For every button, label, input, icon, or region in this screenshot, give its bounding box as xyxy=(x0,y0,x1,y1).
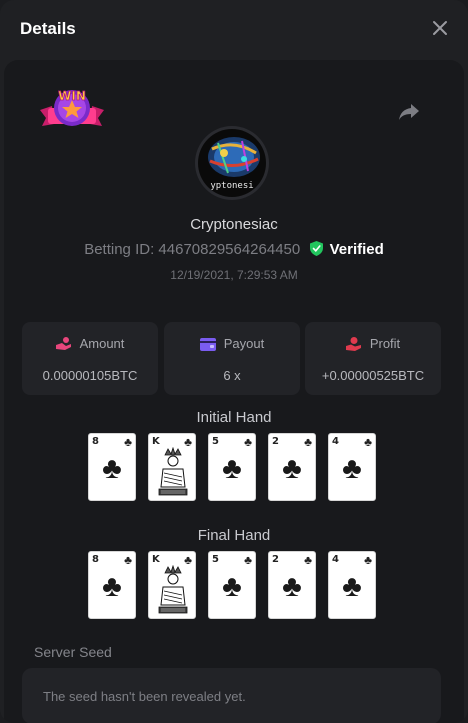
betting-id-value[interactable]: 4467082956426445​0 xyxy=(158,241,300,258)
server-seed-text: The seed hasn't been revealed yet. xyxy=(43,689,246,704)
avatar-caption: yptonesi xyxy=(210,181,254,191)
card-center-suit: ♣ xyxy=(342,570,362,603)
card-center-suit: ♣ xyxy=(282,570,302,603)
playing-card: 8 ♣ ♣ xyxy=(88,551,136,619)
card-center-suit: ♣ xyxy=(342,452,362,485)
playing-card: K ♣ xyxy=(148,551,196,619)
server-seed-box: The seed hasn't been revealed yet. xyxy=(22,668,441,723)
playing-card: 4 ♣ ♣ xyxy=(328,433,376,501)
playing-card: 5 ♣ ♣ xyxy=(208,433,256,501)
card-center-suit: ♣ xyxy=(102,452,122,485)
share-icon[interactable] xyxy=(398,102,420,122)
betting-id-label: Betting ID: xyxy=(84,241,155,258)
card-corner-suit: ♣ xyxy=(364,553,372,567)
card-rank: 4 xyxy=(332,554,339,565)
playing-card: 8 ♣ ♣ xyxy=(88,433,136,501)
details-modal: Details WIN yptonesi Cryptonesiac Bettin… xyxy=(0,0,468,723)
king-figure-icon xyxy=(158,447,188,496)
amount-box: Amount 0.00000105BTC xyxy=(22,322,158,395)
server-seed-label: Server Seed xyxy=(34,644,112,660)
profit-value: +0.00000525BTC xyxy=(321,368,425,383)
profit-box: Profit +0.00000525BTC xyxy=(305,322,441,395)
card-rank: 5 xyxy=(212,554,219,565)
payout-value: 6 x xyxy=(223,368,241,383)
username: Cryptonesiac xyxy=(190,216,278,233)
payout-box: Payout 6 x xyxy=(164,322,300,395)
card-corner-suit: ♣ xyxy=(124,553,132,567)
card-corner-suit: ♣ xyxy=(364,435,372,449)
avatar-image: yptonesi xyxy=(198,129,266,197)
close-icon[interactable] xyxy=(432,20,448,36)
betting-id-row: Betting ID: 4467082956426445​0 Verified xyxy=(0,241,468,258)
card-rank: 2 xyxy=(272,436,279,447)
profit-label: Profit xyxy=(369,336,401,351)
verified-label: Verified xyxy=(329,241,384,258)
card-corner-suit: ♣ xyxy=(304,553,312,567)
avatar: yptonesi xyxy=(195,126,269,200)
card-corner-suit: ♣ xyxy=(124,435,132,449)
playing-card: 2 ♣ ♣ xyxy=(268,551,316,619)
profit-hand-icon xyxy=(345,337,361,351)
card-corner-suit: ♣ xyxy=(304,435,312,449)
card-rank: K xyxy=(152,436,160,447)
card-center-suit: ♣ xyxy=(222,570,242,603)
payout-label: Payout xyxy=(223,336,265,351)
playing-card: 5 ♣ ♣ xyxy=(208,551,256,619)
card-rank: 4 xyxy=(332,436,339,447)
amount-value: 0.00000105BTC xyxy=(42,368,138,383)
initial-hand-title: Initial Hand xyxy=(196,409,272,426)
wallet-icon xyxy=(199,338,216,351)
card-corner-suit: ♣ xyxy=(244,435,252,449)
bet-timestamp: 12/19/2021, 7:29:53 AM xyxy=(170,268,298,282)
card-center-suit: ♣ xyxy=(222,452,242,485)
king-figure-icon xyxy=(158,565,188,614)
amount-hand-icon xyxy=(55,337,71,350)
modal-header: Details xyxy=(0,0,468,60)
final-hand-title: Final Hand xyxy=(197,527,271,544)
card-rank: 5 xyxy=(212,436,219,447)
modal-title: Details xyxy=(20,19,76,38)
verified-shield-icon xyxy=(310,241,324,256)
card-center-suit: ♣ xyxy=(102,570,122,603)
win-badge-icon: WIN xyxy=(40,89,104,126)
card-rank: 8 xyxy=(92,436,99,447)
playing-card: 4 ♣ ♣ xyxy=(328,551,376,619)
amount-label: Amount xyxy=(79,336,125,351)
win-badge-text: WIN xyxy=(58,89,86,103)
card-rank: K xyxy=(152,554,160,565)
playing-card: K ♣ xyxy=(148,433,196,501)
card-rank: 2 xyxy=(272,554,279,565)
card-center-suit: ♣ xyxy=(282,452,302,485)
playing-card: 2 ♣ ♣ xyxy=(268,433,316,501)
card-rank: 8 xyxy=(92,554,99,565)
card-corner-suit: ♣ xyxy=(244,553,252,567)
